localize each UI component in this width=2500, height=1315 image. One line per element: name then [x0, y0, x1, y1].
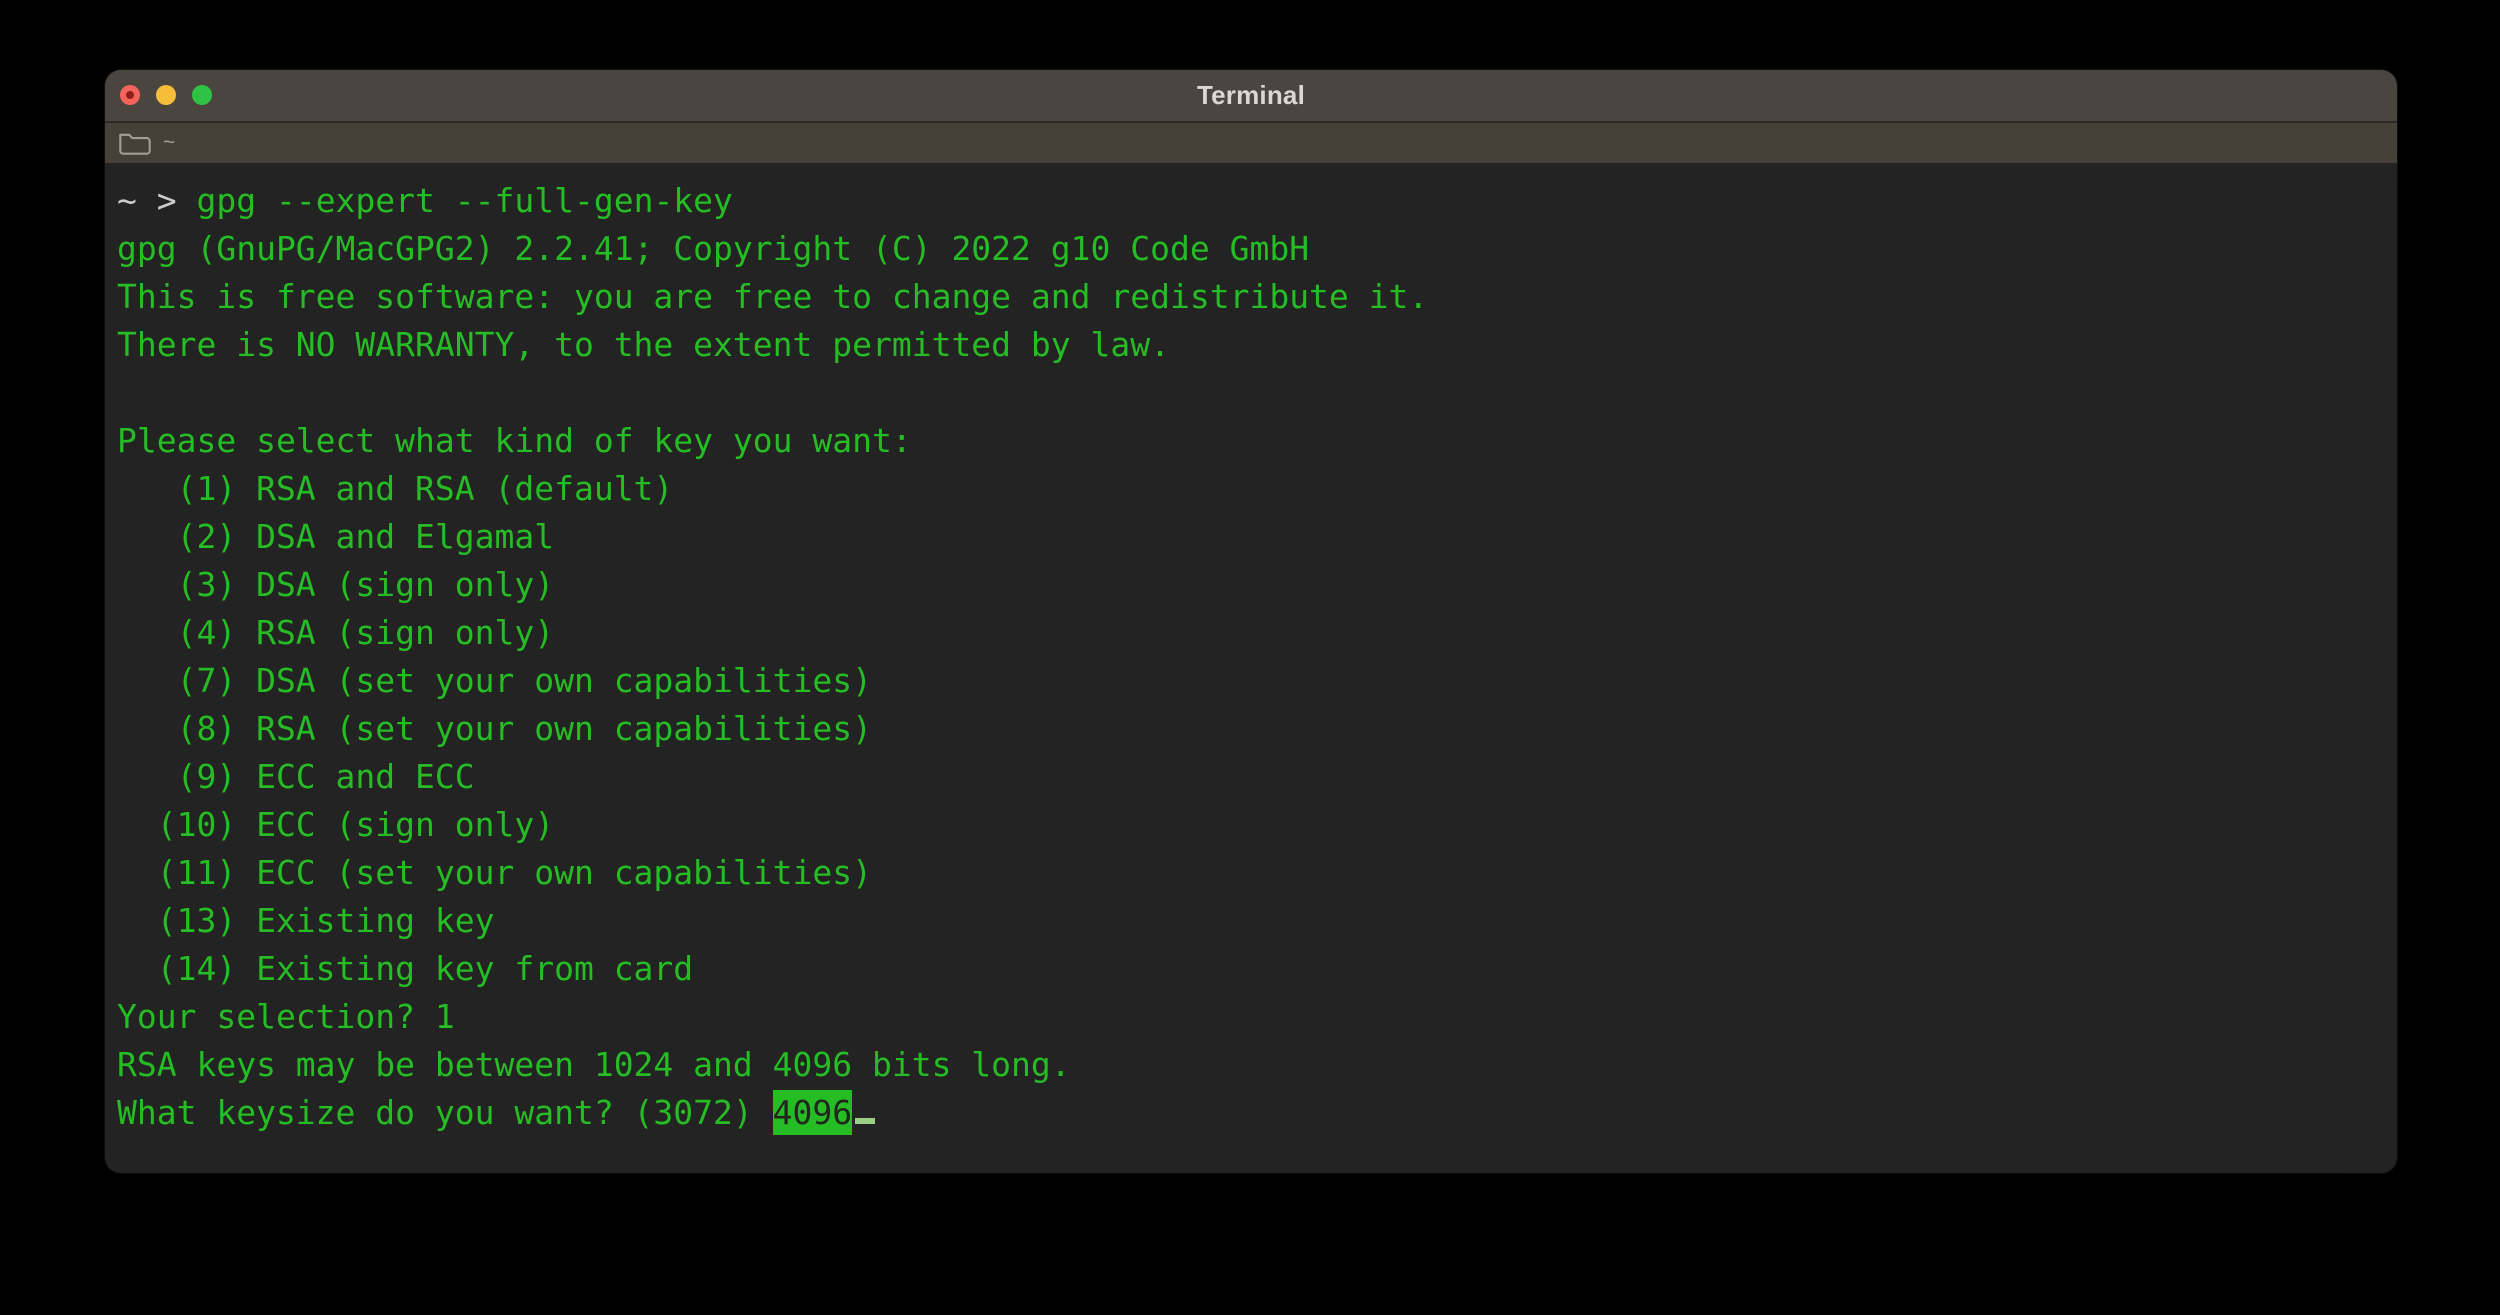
- traffic-lights: [120, 85, 212, 105]
- terminal-line: (8) RSA (set your own capabilities): [117, 705, 2397, 753]
- zoom-button[interactable]: [192, 85, 212, 105]
- text-cursor: [855, 1118, 875, 1124]
- prompt-line: ~ > gpg --expert --full-gen-key: [117, 177, 2397, 225]
- terminal-line: Please select what kind of key you want:: [117, 417, 2397, 465]
- terminal-line: RSA keys may be between 1024 and 4096 bi…: [117, 1041, 2397, 1089]
- window-title: Terminal: [1197, 80, 1305, 111]
- terminal-line: (11) ECC (set your own capabilities): [117, 849, 2397, 897]
- title-bar[interactable]: Terminal: [105, 70, 2397, 123]
- tab-bar: ~: [105, 123, 2397, 163]
- terminal-line: (7) DSA (set your own capabilities): [117, 657, 2397, 705]
- terminal-screen[interactable]: ~ > gpg --expert --full-gen-key gpg (Gnu…: [105, 163, 2397, 1137]
- terminal-line: (1) RSA and RSA (default): [117, 465, 2397, 513]
- folder-icon[interactable]: [117, 130, 153, 157]
- terminal-line: (10) ECC (sign only): [117, 801, 2397, 849]
- cwd-label: ~: [163, 131, 175, 155]
- terminal-window: Terminal ~ ~ > gpg --expert --full-gen-k…: [105, 70, 2397, 1173]
- terminal-line: Your selection? 1: [117, 993, 2397, 1041]
- terminal-line: gpg (GnuPG/MacGPG2) 2.2.41; Copyright (C…: [117, 225, 2397, 273]
- terminal-line: (4) RSA (sign only): [117, 609, 2397, 657]
- close-button[interactable]: [120, 85, 140, 105]
- terminal-line: (13) Existing key: [117, 897, 2397, 945]
- prompt-symbol: ~ >: [117, 181, 196, 220]
- terminal-line: This is free software: you are free to c…: [117, 273, 2397, 321]
- terminal-line: There is NO WARRANTY, to the extent perm…: [117, 321, 2397, 369]
- keysize-prompt: What keysize do you want? (3072): [117, 1093, 773, 1132]
- terminal-line: (9) ECC and ECC: [117, 753, 2397, 801]
- terminal-line: (2) DSA and Elgamal: [117, 513, 2397, 561]
- terminal-line: (3) DSA (sign only): [117, 561, 2397, 609]
- terminal-line: [117, 369, 2397, 417]
- minimize-button[interactable]: [156, 85, 176, 105]
- command-text: gpg --expert --full-gen-key: [196, 181, 732, 220]
- keysize-highlight: 4096: [773, 1090, 852, 1135]
- keysize-line: What keysize do you want? (3072) 4096: [117, 1089, 2397, 1137]
- terminal-line: (14) Existing key from card: [117, 945, 2397, 993]
